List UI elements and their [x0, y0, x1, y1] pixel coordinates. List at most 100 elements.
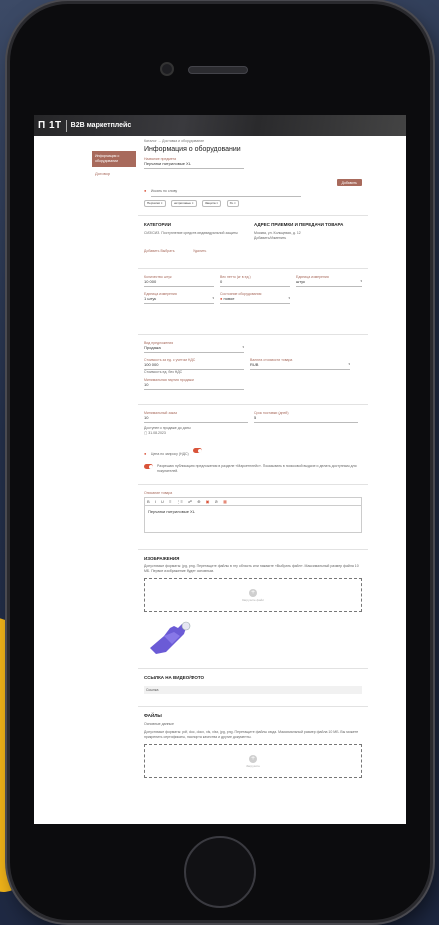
- price-request-toggle[interactable]: [193, 448, 203, 454]
- front-camera: [160, 62, 174, 76]
- divider: [138, 706, 368, 707]
- video-input[interactable]: Ссылка: [144, 686, 362, 694]
- description-label: Описание товара: [144, 491, 173, 495]
- images-drop-text: Загрузите файл: [241, 597, 265, 602]
- image-thumbnail[interactable]: [144, 618, 192, 658]
- divider: [138, 268, 368, 269]
- brand-name: B2B маркетплейс: [70, 122, 132, 129]
- date-input[interactable]: ▢ 31.08.2023: [144, 431, 362, 436]
- glove-image: [150, 621, 191, 654]
- screen: П 1Т B2B маркетплейс Информация о оборуд…: [34, 115, 406, 824]
- chevron-down-icon: ▾: [348, 362, 350, 366]
- image-icon[interactable]: ▣: [206, 499, 210, 504]
- search-input[interactable]: Искать по слову: [150, 189, 301, 197]
- files-dropzone[interactable]: + Загрузите: [144, 744, 362, 778]
- bold-icon[interactable]: B: [147, 499, 150, 504]
- address-link[interactable]: Добавить/Изменить: [254, 236, 358, 241]
- tag-chip[interactable]: XL ×: [226, 199, 239, 207]
- sidebar-item-equipment-info[interactable]: Информация о оборудовании: [92, 151, 136, 167]
- files-title: ФАЙЛЫ: [144, 713, 162, 718]
- divider: [138, 484, 368, 485]
- logo[interactable]: П 1Т: [38, 120, 62, 131]
- sidebar: Информация о оборудовании Договор: [92, 151, 136, 177]
- breadcrumb[interactable]: Каталог → Доставка и оборудование: [144, 139, 362, 143]
- category-address-row: КАТЕГОРИИ СИЗ/СИЗ. Поступление средств и…: [144, 222, 362, 262]
- description-text[interactable]: Перчатки нитриловые XL: [145, 506, 361, 517]
- underline-icon[interactable]: U: [161, 499, 164, 504]
- unit2-select[interactable]: 1 штук ▾: [144, 296, 214, 304]
- images-title: ИЗОБРАЖЕНИЯ: [144, 556, 180, 561]
- images-hint: Допустимые форматы: jpg, png. Перетащите…: [144, 564, 359, 573]
- tag-chip[interactable]: Перчатки ×: [144, 199, 166, 207]
- divider: [138, 668, 368, 669]
- divider: [138, 334, 368, 335]
- price-input[interactable]: 100 000: [144, 362, 244, 370]
- editor-toolbar: B I U ≡ ⋮≡ ☍ ⊕ ▣ ⊘ ▦: [145, 498, 361, 506]
- plus-icon: +: [249, 588, 257, 597]
- min-batch-field: Минимальная партия продажи 10: [144, 378, 244, 390]
- main-content: Каталог → Доставка и оборудование Информ…: [138, 139, 368, 778]
- chevron-down-icon: ▾: [242, 345, 244, 349]
- publish-toggle-row: Разрешаю публикацию предложения в раздел…: [144, 464, 362, 474]
- condition-select[interactable]: ● новое ▾: [220, 296, 290, 304]
- date-value: 31.08.2023: [148, 431, 166, 435]
- offer-type-value: Продажа: [144, 345, 161, 350]
- phone-frame: П 1Т B2B маркетплейс Информация о оборуд…: [10, 4, 430, 920]
- currency-value: RUB: [250, 362, 259, 367]
- page-title: Информация о оборудовании: [144, 146, 241, 153]
- category-title: КАТЕГОРИИ: [144, 222, 171, 227]
- category-text: СИЗ/СИЗ. Поступление средств индивидуаль…: [144, 231, 238, 235]
- files-hint: Допустимые форматы: pdf, doc, docx, xls,…: [144, 730, 359, 739]
- delivery-term-input[interactable]: 5: [254, 415, 358, 423]
- tag-chip[interactable]: Защита ×: [201, 199, 222, 207]
- price-request-toggle-row: ● Цена по запросу (НДС): [144, 442, 362, 460]
- condition-value: новое: [223, 296, 235, 301]
- price-note: Стоимость ед. без НДС: [144, 370, 183, 374]
- offer-type-select[interactable]: Продажа ▾: [144, 345, 244, 353]
- table-icon[interactable]: ▦: [223, 499, 227, 504]
- category-add-link[interactable]: Добавить Выбрать: [144, 249, 175, 253]
- clear-icon[interactable]: ⊘: [215, 499, 218, 504]
- chevron-down-icon: ▾: [360, 279, 362, 283]
- currency-select[interactable]: RUB ▾: [250, 362, 350, 370]
- insert-icon[interactable]: ⊕: [197, 499, 200, 504]
- italic-icon[interactable]: I: [155, 499, 156, 504]
- description-editor[interactable]: B I U ≡ ⋮≡ ☍ ⊕ ▣ ⊘ ▦ Перчатки нитриловые…: [144, 497, 362, 533]
- unit-value: штук: [296, 279, 305, 284]
- chevron-down-icon: ▾: [288, 296, 290, 300]
- stock-row: Минимальный заказ 10 Срок поставки (дней…: [144, 411, 362, 423]
- list-icon[interactable]: ⋮≡: [177, 499, 183, 504]
- address-title: АДРЕС ПРИЕМКИ И ПЕРЕДАЧИ ТОВАРА: [254, 222, 344, 227]
- earpiece-speaker: [188, 66, 248, 74]
- chevron-down-icon: ▾: [212, 296, 214, 300]
- divider: [138, 549, 368, 550]
- min-batch-input[interactable]: 10: [144, 382, 244, 390]
- name-input[interactable]: Перчатки нитриловые XL: [144, 161, 244, 169]
- unit2-value: 1 штук: [144, 296, 157, 301]
- plus-icon: +: [249, 754, 257, 763]
- tag-chip[interactable]: нитриловые ×: [171, 199, 197, 207]
- category-delete-link[interactable]: Удалить: [193, 249, 206, 253]
- files-drop-text: Загрузите: [246, 763, 260, 768]
- logo-divider: [65, 119, 67, 132]
- images-dropzone[interactable]: + Загрузите файл: [144, 578, 362, 612]
- weight-input[interactable]: 0: [220, 279, 290, 287]
- sidebar-item-contract[interactable]: Договор: [92, 170, 136, 177]
- unit-select[interactable]: штук ▾: [296, 279, 362, 287]
- divider: [138, 404, 368, 405]
- align-icon[interactable]: ≡: [169, 499, 171, 504]
- divider: [138, 215, 368, 216]
- link-icon[interactable]: ☍: [188, 499, 192, 504]
- home-button[interactable]: [184, 836, 256, 908]
- add-button[interactable]: Добавить: [336, 179, 362, 186]
- min-order-input[interactable]: 10: [144, 415, 248, 423]
- radio-icon[interactable]: ●: [144, 451, 146, 456]
- price-row: Стоимость за ед. с учетом НДС 100 000 Ст…: [144, 358, 362, 375]
- video-title: ССЫЛКА НА ВИДЕО/ФОТО: [144, 675, 204, 680]
- params-row-2: Единица измерения 1 штук ▾ Состояние обор…: [144, 292, 362, 304]
- offer-type-field: Вид предложения Продажа ▾: [144, 341, 244, 353]
- quantity-input[interactable]: 10 000: [144, 279, 214, 287]
- publish-toggle[interactable]: [144, 464, 153, 469]
- search-icon: ●: [144, 188, 147, 193]
- params-row-1: Количество штук 10 000 Вес нетто (кг в е…: [144, 275, 362, 287]
